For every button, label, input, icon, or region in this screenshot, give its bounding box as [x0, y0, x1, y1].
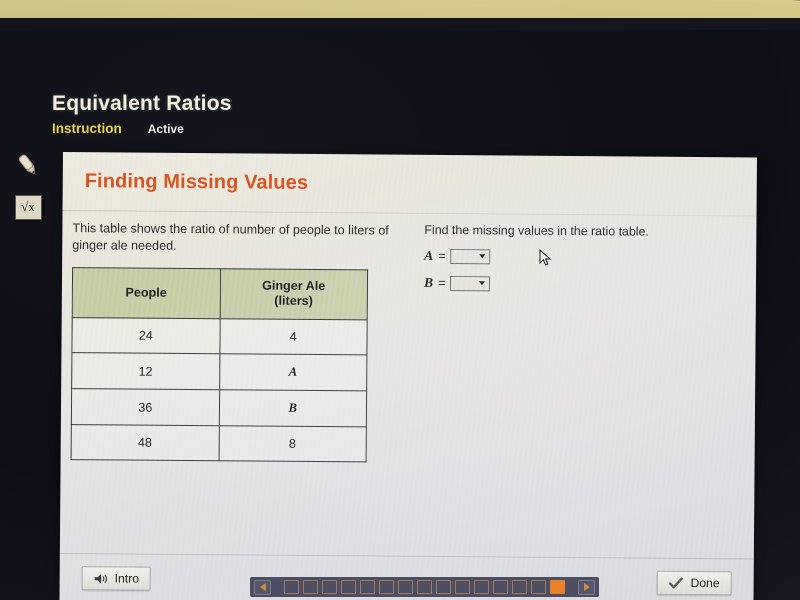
speaker-icon [94, 573, 107, 584]
page-indicator-5[interactable] [360, 580, 375, 594]
prev-arrow-icon [259, 583, 266, 591]
tool-rail: √x [12, 148, 48, 232]
page-indicator-2[interactable] [303, 580, 318, 594]
prompt-text: This table shows the ratio of number of … [72, 221, 389, 254]
page-progress-bar [250, 577, 599, 597]
header-people-label: People [125, 285, 167, 300]
page-indicator-15-current[interactable] [550, 580, 565, 594]
next-page-button[interactable] [578, 579, 595, 595]
page-indicator-7[interactable] [398, 580, 413, 594]
equals-sign-a: = [438, 248, 446, 264]
page-indicator-9[interactable] [436, 580, 451, 594]
tab-instruction[interactable]: Instruction [52, 121, 122, 136]
table-row: 48 8 [71, 424, 367, 463]
find-instruction-text: Find the missing values in the ratio tab… [424, 222, 649, 239]
left-column: This table shows the ratio of number of … [71, 220, 438, 463]
column-header-people: People [72, 267, 221, 319]
cell-ginger-ale-variable-a: A [219, 353, 367, 392]
lesson-panel: Finding Missing Values This table shows … [59, 152, 757, 600]
cell-ginger-ale: 4 [219, 318, 368, 356]
page-title: Equivalent Ratios [52, 92, 232, 115]
done-button[interactable]: Done [656, 570, 732, 596]
page-indicator-10[interactable] [455, 580, 470, 594]
photographed-screen: Equivalent Ratios Instruction Active √x [0, 0, 800, 600]
app-header: Equivalent Ratios Instruction Active [52, 92, 472, 136]
answer-row-b: B = [424, 275, 744, 294]
page-indicator-13[interactable] [512, 580, 527, 594]
pencil-tool-button[interactable] [12, 148, 44, 182]
intro-button-label: Intro [114, 571, 140, 586]
done-button-label: Done [690, 575, 720, 591]
answer-label-b: B [423, 274, 434, 290]
panel-title: Finding Missing Values [84, 170, 309, 194]
mouse-pointer-icon [539, 249, 552, 266]
page-indicator-14[interactable] [531, 580, 546, 594]
square-root-icon: √x [14, 194, 42, 220]
cell-people: 24 [71, 317, 220, 354]
chevron-down-icon [479, 254, 486, 259]
chevron-down-icon [479, 281, 486, 286]
dropdown-b[interactable] [450, 275, 491, 291]
column-header-ginger-ale: Ginger Ale (liters) [219, 268, 368, 321]
page-indicator-1[interactable] [284, 580, 299, 594]
monitor-screen: Equivalent Ratios Instruction Active √x [0, 30, 800, 600]
equals-sign-b: = [437, 275, 446, 291]
intro-button[interactable]: Intro [81, 566, 152, 591]
page-indicator-8[interactable] [417, 580, 432, 594]
page-indicator-12[interactable] [493, 580, 508, 594]
ratio-table: People Ginger Ale (liters) 24 4 12 A 36 … [71, 267, 369, 463]
table-row: 12 A [71, 352, 367, 392]
page-indicator-4[interactable] [341, 580, 356, 594]
answer-label-a: A [424, 247, 434, 263]
answer-row-a: A = [424, 248, 744, 267]
title-divider [62, 209, 757, 217]
checkmark-icon [668, 576, 683, 589]
next-arrow-icon [583, 583, 590, 591]
tab-active[interactable]: Active [148, 122, 184, 136]
cell-ginger-ale: 8 [218, 425, 367, 463]
math-tool-button[interactable]: √x [12, 190, 44, 224]
page-indicator-3[interactable] [322, 580, 337, 594]
tab-bar: Instruction Active [52, 121, 472, 136]
button-bar-divider [59, 552, 754, 560]
dropdown-a[interactable] [450, 248, 491, 264]
header-ginger-ale-label: Ginger Ale [262, 278, 326, 293]
table-row: 24 4 [71, 317, 368, 356]
header-ginger-ale-unit: (liters) [274, 294, 313, 309]
cell-people: 48 [71, 424, 219, 461]
cell-people: 36 [71, 388, 220, 426]
prev-page-button[interactable] [254, 579, 271, 595]
cell-ginger-ale-variable-b: B [218, 389, 367, 428]
page-indicator-11[interactable] [474, 580, 489, 594]
right-column: Find the missing values in the ratio tab… [424, 223, 745, 294]
table-header-row: People Ginger Ale (liters) [72, 267, 368, 321]
page-indicator-6[interactable] [379, 580, 394, 594]
table-row: 36 B [71, 388, 367, 428]
cell-people: 12 [71, 352, 220, 390]
pencil-icon [18, 154, 36, 175]
